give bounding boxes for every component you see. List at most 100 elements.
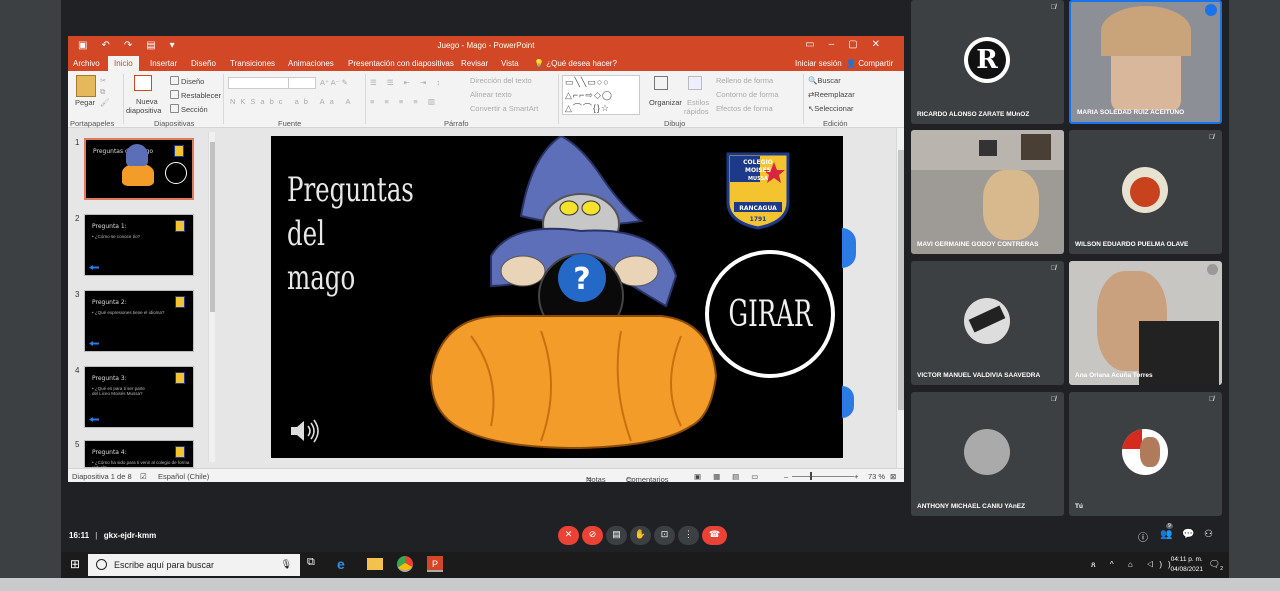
convert-smartart-button[interactable]: Convertir a SmartArt	[470, 104, 538, 113]
select-button[interactable]: ↖Seleccionar	[808, 104, 854, 113]
slide-thumbnail-5[interactable]: Pregunta 4: • ¿Cómo ha sido para ti veni…	[84, 440, 194, 468]
more-options-button[interactable]: ⋮	[678, 526, 699, 545]
shapes-gallery[interactable]: ▭╲╲▭○○ △⌐⌐⇨◇◯ △⌒⌒{}☆	[562, 75, 640, 115]
window-controls[interactable]: ▭–▢✕	[805, 39, 894, 50]
section-button[interactable]: Sección	[170, 104, 208, 114]
speaker-icon[interactable]	[289, 418, 323, 444]
participant-name: WILSON EDUARDO PUELMA OLAVE	[1075, 241, 1189, 248]
reset-icon	[170, 90, 179, 99]
participant-tile-self[interactable]: 🎙̸ Tú	[1069, 392, 1222, 516]
meeting-details-button[interactable]: ⓘ	[1138, 529, 1152, 544]
find-button[interactable]: 🔍Buscar	[808, 76, 841, 85]
activities-button[interactable]: ⚇	[1204, 529, 1218, 543]
zoom-slider-thumb[interactable]	[810, 472, 812, 480]
notifications-icon[interactable]: 🗨2	[1209, 559, 1223, 572]
spellcheck-icon[interactable]: ☑	[140, 472, 147, 481]
participant-tile[interactable]: MAVI GERMAINE GODOY CONTRERAS	[911, 130, 1064, 254]
align-buttons[interactable]: ≡ ≡ ≡ ≡ ▥	[370, 97, 439, 106]
participant-tile[interactable]: 🎙̸ ANTHONY MICHAEL CANIU YAnEZ	[911, 392, 1064, 516]
reset-button[interactable]: Restablecer	[170, 90, 221, 100]
chat-button[interactable]: 💬	[1182, 529, 1196, 543]
language-label[interactable]: Español (Chile)	[158, 472, 209, 481]
scrollbar-thumb[interactable]	[898, 150, 904, 410]
slide-thumbnail-2[interactable]: Pregunta 1: • ¿Cómo se conoce tío?	[84, 214, 194, 276]
tab-animaciones[interactable]: Animaciones	[288, 59, 334, 68]
share-button[interactable]: 👤 Compartir	[846, 59, 893, 68]
list-buttons[interactable]: ☰ ☰ ⇤ ⇥ ↕	[370, 78, 444, 87]
leave-call-button[interactable]: ☎	[702, 526, 727, 545]
new-slide-label-1[interactable]: Nueva	[136, 97, 158, 106]
captions-button[interactable]: ▤	[606, 526, 627, 545]
view-buttons[interactable]: ▣▦▤▭	[694, 472, 770, 481]
chrome-icon[interactable]	[397, 556, 413, 572]
shapes-icon: ⚇	[1204, 529, 1213, 540]
file-explorer-icon[interactable]	[367, 558, 383, 570]
tab-insertar[interactable]: Insertar	[150, 59, 177, 68]
tab-inicio[interactable]: Inicio	[108, 56, 139, 71]
notification-count: 2	[1220, 565, 1223, 572]
zoom-in-button[interactable]: +	[854, 472, 858, 481]
section-label: Sección	[181, 105, 208, 114]
sign-in-link[interactable]: Iniciar sesión	[795, 59, 842, 68]
windows-start-icon[interactable]: ⊞	[70, 557, 80, 571]
clipboard-icon	[76, 75, 96, 97]
tab-transiciones[interactable]: Transiciones	[230, 59, 275, 68]
participant-tile[interactable]: R 🎙̸ RICARDO ALONSO ZARATE MUnOZ	[911, 0, 1064, 124]
participant-tile[interactable]: 🎙̸ WILSON EDUARDO PUELMA OLAVE	[1069, 130, 1222, 254]
scrollbar-thumb[interactable]	[210, 142, 215, 312]
shape-fill-button[interactable]: Relleno de forma	[716, 76, 773, 85]
replace-button[interactable]: ⇄Reemplazar	[808, 90, 855, 99]
participant-name: MAVI GERMAINE GODOY CONTRERAS	[917, 241, 1039, 248]
participant-tile-active-speaker[interactable]: MARIA SOLEDAD RUIZ ACEITUNO	[1069, 0, 1222, 124]
shape-effects-button[interactable]: Efectos de forma	[716, 104, 773, 113]
taskbar-clock[interactable]: 04:11 p. m. 04/08/2021	[1170, 555, 1203, 575]
layout-button[interactable]: Diseño	[170, 76, 204, 86]
mic-toggle-button[interactable]: ✕	[558, 526, 579, 545]
edge-icon[interactable]: e	[337, 556, 353, 572]
current-slide[interactable]: Preguntas del mago ? COLEGIO MOISES MUSS…	[271, 136, 843, 458]
arrange-button[interactable]: Organizar	[649, 98, 682, 107]
tab-revisar[interactable]: Revisar	[461, 59, 488, 68]
font-style-buttons[interactable]: NKSabc ab Aa A	[230, 97, 355, 106]
slide-thumbnail-1[interactable]: Preguntas del mago	[84, 138, 194, 200]
slide-thumbnail-3[interactable]: Pregunta 2: • ¿Qué expresiones tiene el …	[84, 290, 194, 352]
fit-slide-icon[interactable]: ⊠	[890, 472, 896, 481]
tab-vista[interactable]: Vista	[501, 59, 519, 68]
zoom-level[interactable]: 73 %	[868, 472, 885, 481]
microphone-icon[interactable]: 🎙	[281, 559, 292, 570]
slide-thumbnail-4[interactable]: Pregunta 3: • ¿Qué es para ti ser parte …	[84, 366, 194, 428]
new-slide-label-2[interactable]: diapositiva	[126, 106, 161, 115]
raise-hand-button[interactable]: ✋	[630, 526, 651, 545]
font-size-icons[interactable]: A⁺ A⁻ ✎	[320, 78, 348, 87]
copy-icon[interactable]: ⧉	[100, 87, 105, 97]
text-direction-button[interactable]: Dirección del texto	[470, 76, 532, 85]
participant-tile[interactable]: Ana Oriana Acuña Torres	[1069, 261, 1222, 385]
crest-icon	[175, 220, 185, 232]
camera-toggle-button[interactable]: ⊘	[582, 526, 603, 545]
girar-button[interactable]: GIRAR	[705, 250, 835, 378]
paste-button[interactable]: Pegar	[75, 98, 95, 107]
font-size-input[interactable]	[288, 77, 316, 89]
shape-outline-button[interactable]: Contorno de forma	[716, 90, 779, 99]
quick-styles-label-1[interactable]: Estilos	[687, 98, 709, 107]
tab-diseno[interactable]: Diseño	[191, 59, 216, 68]
tab-archivo[interactable]: Archivo	[73, 59, 100, 68]
cut-icon[interactable]: ✂	[100, 76, 106, 85]
quick-styles-label-2[interactable]: rápidos	[684, 107, 709, 116]
format-painter-icon[interactable]: 🖌	[100, 98, 110, 107]
present-button[interactable]: ⊡	[654, 526, 675, 545]
task-view-icon[interactable]: ⧉	[307, 556, 323, 572]
tab-presentacion[interactable]: Presentación con diapositivas	[348, 59, 454, 68]
participant-tile[interactable]: 🎙̸ VICTOR MANUEL VALDIVIA SAAVEDRA	[911, 261, 1064, 385]
align-text-button[interactable]: Alinear texto	[470, 90, 512, 99]
system-tray-icons[interactable]: ጸ ^ ⌂ ◁))	[1091, 560, 1177, 570]
powerpoint-icon[interactable]: P	[427, 556, 443, 572]
people-button[interactable]: 👥 9	[1160, 523, 1174, 543]
zoom-out-button[interactable]: –	[784, 472, 788, 481]
zoom-slider[interactable]	[792, 476, 854, 477]
taskbar-search[interactable]: Escribe aquí para buscar 🎙	[88, 554, 300, 576]
bottom-border	[0, 578, 1280, 591]
slide-scrollbar[interactable]	[896, 128, 904, 468]
thumbnails-scrollbar[interactable]	[208, 132, 215, 462]
tell-me-box[interactable]: 💡 ¿Qué desea hacer?	[534, 59, 617, 68]
